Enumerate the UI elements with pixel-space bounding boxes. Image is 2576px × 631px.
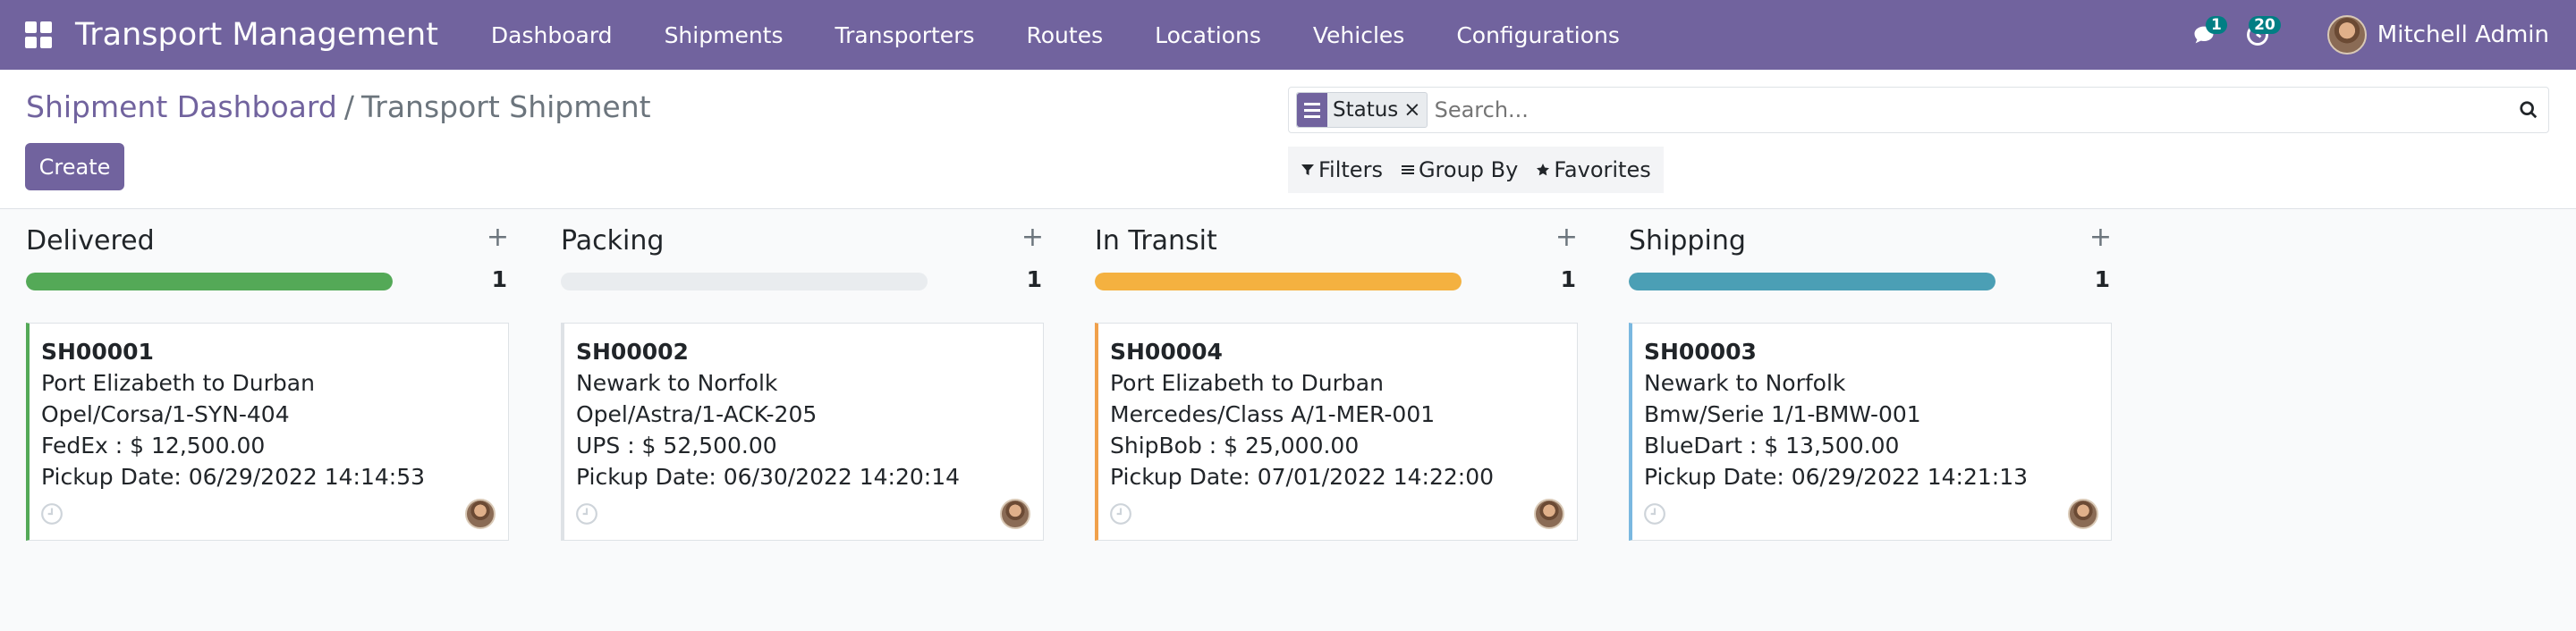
menu-transporters[interactable]: Transporters (809, 22, 1001, 48)
kanban-column-in-transit: In Transit + 1 SH00004 Port Elizabeth to… (1095, 209, 1578, 631)
user-menu[interactable]: Mitchell Admin (2326, 15, 2549, 55)
filters-label: Filters (1318, 157, 1383, 182)
card-vehicle: Mercedes/Class A/1-MER-001 (1110, 401, 1436, 427)
column-progress-bar[interactable] (1629, 273, 1996, 290)
breadcrumb-parent[interactable]: Shipment Dashboard (26, 89, 337, 124)
app-brand[interactable]: Transport Management (75, 17, 438, 53)
column-count: 1 (491, 266, 507, 292)
column-add-button[interactable]: + (2089, 222, 2112, 253)
breadcrumb-separator: / (343, 89, 354, 124)
menu-configurations[interactable]: Configurations (1430, 22, 1646, 48)
column-title[interactable]: Delivered (26, 225, 155, 257)
column-title[interactable]: Packing (561, 225, 664, 257)
activity-clock-icon[interactable] (575, 502, 598, 526)
column-title[interactable]: Shipping (1629, 225, 1746, 257)
messages-button[interactable]: 1 (2177, 0, 2231, 70)
card-reference: SH00002 (576, 339, 689, 365)
card-reference: SH00003 (1644, 339, 1757, 365)
activity-clock-icon[interactable] (1109, 502, 1132, 526)
kanban-column-shipping: Shipping + 1 SH00003 Newark to Norfolk B… (1629, 209, 2112, 631)
column-progress-bar[interactable] (26, 273, 393, 290)
kanban-card[interactable]: SH00002 Newark to Norfolk Opel/Astra/1-A… (561, 323, 1044, 541)
breadcrumb: Shipment Dashboard / Transport Shipment (26, 89, 651, 124)
card-carrier-cost: ShipBob : $ 25,000.00 (1110, 433, 1360, 459)
column-count: 1 (2094, 266, 2110, 292)
create-button[interactable]: Create (25, 143, 124, 190)
card-route: Port Elizabeth to Durban (1110, 370, 1384, 396)
menu-routes[interactable]: Routes (1001, 22, 1130, 48)
card-vehicle: Opel/Corsa/1-SYN-404 (41, 401, 290, 427)
progress-fill (1095, 273, 1462, 290)
search-input[interactable] (1427, 97, 2509, 122)
user-name: Mitchell Admin (2377, 21, 2549, 48)
avatar (2326, 15, 2367, 55)
kanban-board: Delivered + 1 SH00001 Port Elizabeth to … (0, 209, 2576, 631)
card-carrier-cost: UPS : $ 52,500.00 (576, 433, 777, 459)
card-pickup-date: Pickup Date: 06/30/2022 14:20:14 (576, 464, 961, 490)
list-icon (1401, 165, 1414, 174)
column-progress-bar[interactable] (561, 273, 928, 290)
avatar (2068, 499, 2098, 529)
kanban-column-packing: Packing + 1 SH00002 Newark to Norfolk Op… (561, 209, 1044, 631)
facet-label: Status (1333, 98, 1399, 122)
card-route: Newark to Norfolk (1644, 370, 1846, 396)
card-reference: SH00001 (41, 339, 154, 365)
groupby-label: Group By (1418, 157, 1519, 182)
avatar (1000, 499, 1030, 529)
activity-clock-icon[interactable] (1643, 502, 1666, 526)
top-navbar: Transport Management Dashboard Shipments… (0, 0, 2576, 70)
avatar (465, 499, 496, 529)
progress-fill (26, 273, 393, 290)
menu-vehicles[interactable]: Vehicles (1287, 22, 1430, 48)
search-bar: Status × (1288, 87, 2549, 133)
card-pickup-date: Pickup Date: 06/29/2022 14:14:53 (41, 464, 426, 490)
activities-badge: 20 (2249, 16, 2281, 34)
card-vehicle: Opel/Astra/1-ACK-205 (576, 401, 818, 427)
star-icon (1537, 164, 1550, 176)
kanban-card[interactable]: SH00004 Port Elizabeth to Durban Mercede… (1095, 323, 1578, 541)
card-pickup-date: Pickup Date: 07/01/2022 14:22:00 (1110, 464, 1495, 490)
menu-shipments[interactable]: Shipments (639, 22, 809, 48)
card-route: Port Elizabeth to Durban (41, 370, 315, 396)
card-reference: SH00004 (1110, 339, 1223, 365)
menu-dashboard[interactable]: Dashboard (465, 22, 639, 48)
facet-remove-button[interactable]: × (1403, 98, 1426, 122)
avatar (1534, 499, 1564, 529)
column-title[interactable]: In Transit (1095, 225, 1217, 257)
column-add-button[interactable]: + (1021, 222, 1044, 253)
groupby-button[interactable]: Group By (1401, 157, 1518, 182)
search-options: Filters Group By Favorites (1288, 147, 1664, 193)
card-carrier-cost: BlueDart : $ 13,500.00 (1644, 433, 1900, 459)
search-facet-status: Status × (1296, 92, 1428, 128)
kanban-column-delivered: Delivered + 1 SH00001 Port Elizabeth to … (26, 209, 509, 631)
column-add-button[interactable]: + (1555, 222, 1578, 253)
card-vehicle: Bmw/Serie 1/1-BMW-001 (1644, 401, 1921, 427)
filters-button[interactable]: Filters (1301, 157, 1383, 182)
funnel-icon (1301, 164, 1314, 175)
menu-locations[interactable]: Locations (1129, 22, 1287, 48)
column-count: 1 (1560, 266, 1576, 292)
column-add-button[interactable]: + (487, 222, 509, 253)
favorites-label: Favorites (1554, 157, 1651, 182)
search-icon[interactable] (2509, 90, 2548, 130)
messages-badge: 1 (2205, 16, 2227, 34)
card-pickup-date: Pickup Date: 06/29/2022 14:21:13 (1644, 464, 2029, 490)
control-panel: Shipment Dashboard / Transport Shipment Cr… (0, 70, 2576, 209)
favorites-button[interactable]: Favorites (1536, 157, 1651, 182)
card-route: Newark to Norfolk (576, 370, 778, 396)
column-count: 1 (1026, 266, 1042, 292)
activity-clock-icon[interactable] (40, 502, 64, 526)
breadcrumb-current: Transport Shipment (360, 89, 651, 124)
apps-grid-icon[interactable] (25, 21, 52, 48)
kanban-card[interactable]: SH00003 Newark to Norfolk Bmw/Serie 1/1-… (1629, 323, 2112, 541)
activities-button[interactable]: 20 (2231, 0, 2284, 70)
card-carrier-cost: FedEx : $ 12,500.00 (41, 433, 266, 459)
kanban-card[interactable]: SH00001 Port Elizabeth to Durban Opel/Co… (26, 323, 509, 541)
progress-fill (1629, 273, 1996, 290)
main-menu: Dashboard Shipments Transporters Routes … (465, 22, 1646, 48)
list-icon (1297, 93, 1327, 127)
column-progress-bar[interactable] (1095, 273, 1462, 290)
